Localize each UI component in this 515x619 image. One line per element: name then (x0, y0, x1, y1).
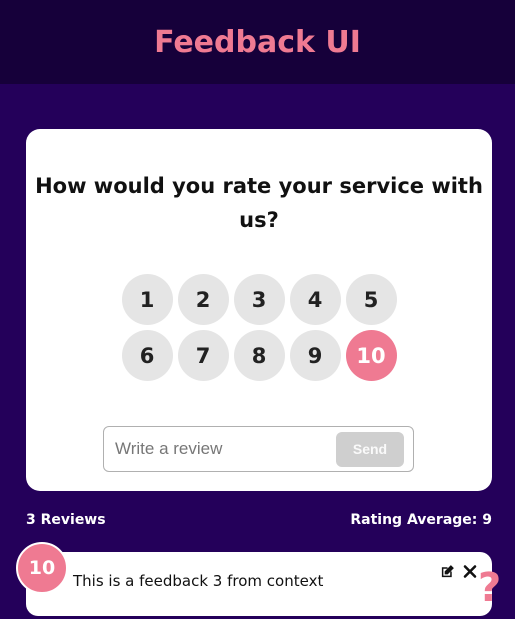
send-button[interactable]: Send (336, 431, 404, 467)
rating-form-card: How would you rate your service with us?… (26, 129, 492, 491)
feedback-actions (440, 564, 478, 579)
review-input[interactable] (115, 439, 336, 459)
app-header: Feedback UI (0, 0, 515, 84)
feedback-rating-badge: 10 (16, 542, 68, 594)
rating-option-4[interactable]: 4 (289, 274, 341, 325)
rating-option-7[interactable]: 7 (177, 330, 229, 381)
review-count: 3 Reviews (26, 512, 106, 528)
feedback-text: This is a feedback 3 from context (73, 572, 324, 590)
close-icon[interactable] (463, 564, 478, 579)
edit-icon[interactable] (440, 564, 455, 579)
rating-option-5[interactable]: 5 (345, 274, 397, 325)
feedback-stats: 3 Reviews Rating Average: 9 (26, 512, 492, 528)
rating-question: How would you rate your service with us? (35, 174, 483, 232)
rating-option-8[interactable]: 8 (233, 330, 285, 381)
app-title: Feedback UI (154, 24, 361, 60)
feedback-item: This is a feedback 3 from context (26, 552, 492, 616)
rating-option-10[interactable]: 10 (345, 330, 397, 381)
review-input-group: Send (103, 426, 414, 472)
rating-average: Rating Average: 9 (350, 512, 492, 528)
question-mark-icon[interactable]: ? (478, 568, 501, 608)
rating-option-2[interactable]: 2 (177, 274, 229, 325)
rating-option-3[interactable]: 3 (233, 274, 285, 325)
rating-option-9[interactable]: 9 (289, 330, 341, 381)
rating-selector: 1 2 3 4 5 6 7 8 9 10 (94, 274, 424, 381)
rating-option-1[interactable]: 1 (121, 274, 173, 325)
rating-option-6[interactable]: 6 (121, 330, 173, 381)
